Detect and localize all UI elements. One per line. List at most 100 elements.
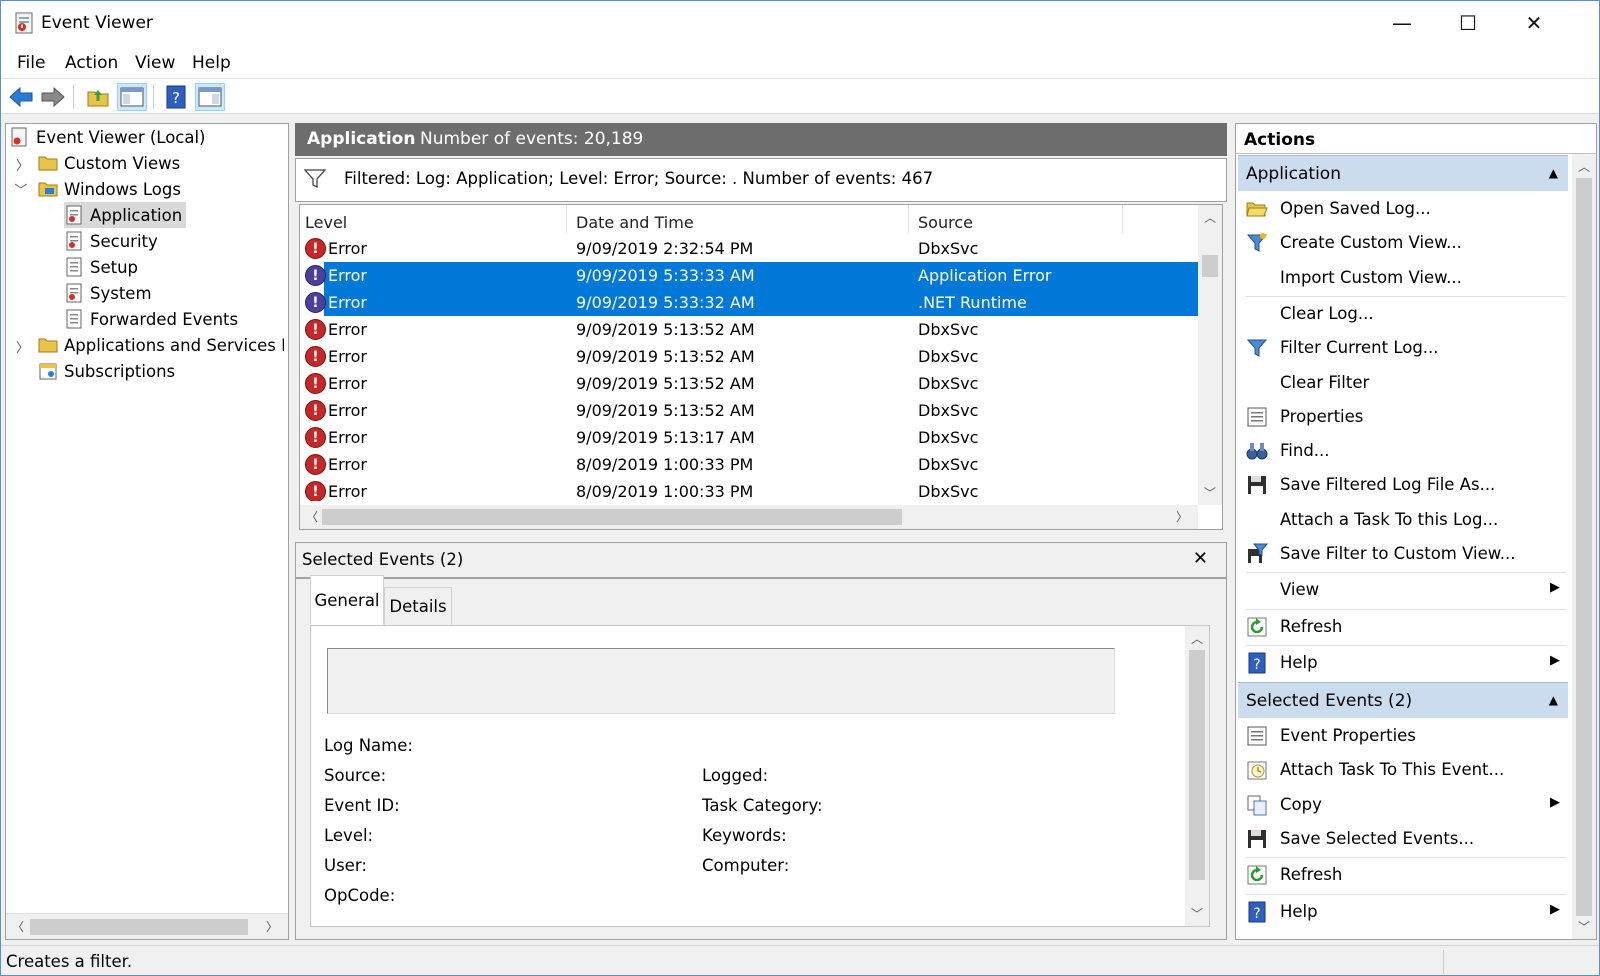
table-row[interactable]: ! Error 9/09/2019 5:13:52 AM DbxSvc [300,316,1198,343]
table-row[interactable]: ! Error 8/09/2019 1:00:33 PM DbxSvc [300,451,1198,478]
scroll-up-icon[interactable]: 〉 [1189,632,1206,644]
scroll-up-icon[interactable]: 〉 [1202,211,1219,223]
event-description-box[interactable] [327,648,1115,714]
scroll-left-icon[interactable]: 〈 [12,918,24,935]
chevron-right-icon[interactable]: 〉 [16,337,29,356]
action-save-filter-to-custom-view[interactable]: Save Filter to Custom View... [1238,537,1568,571]
action-event-properties[interactable]: Event Properties [1238,719,1568,753]
action-help[interactable]: ? Help ▶ [1238,895,1568,929]
tree-event-viewer-local[interactable]: Event Viewer (Local) [10,124,206,150]
table-row[interactable]: ! Error 9/09/2019 2:32:54 PM DbxSvc [300,235,1198,262]
action-attach-a-task-to-this-log[interactable]: Attach a Task To this Log... [1238,503,1568,537]
action-label: Save Filter to Custom View... [1280,544,1516,563]
actions-scroll-thumb[interactable] [1576,178,1592,916]
action-refresh[interactable]: Refresh [1238,858,1568,892]
back-arrow-icon [9,86,33,108]
scroll-up-icon[interactable]: 〉 [1576,160,1593,172]
scroll-down-icon[interactable]: 〉 [1576,920,1593,932]
table-row[interactable]: ! Error 9/09/2019 5:13:52 AM DbxSvc [300,343,1198,370]
details-close-button[interactable]: ✕ [1193,548,1208,569]
menu-help[interactable]: Help [192,53,231,73]
tree-security[interactable]: Security [64,228,158,254]
action-view[interactable]: View ▶ [1238,573,1568,607]
scroll-down-icon[interactable]: 〉 [1189,907,1206,919]
grid-vscroll-thumb[interactable] [1202,255,1218,277]
cell-level: Error [328,401,367,420]
menu-action[interactable]: Action [65,53,118,73]
column-divider[interactable] [1122,205,1123,233]
grid-hscroll-thumb[interactable] [322,509,902,525]
action-save-selected-events[interactable]: Save Selected Events... [1238,822,1568,856]
tree-system[interactable]: System [64,280,152,306]
tree-scroll-thumb[interactable] [30,919,248,935]
scroll-right-icon[interactable]: 〉 [1176,508,1188,525]
action-import-custom-view[interactable]: Import Custom View... [1238,261,1568,295]
scroll-left-icon[interactable]: 〈 [306,508,318,525]
tab-general[interactable]: General [310,575,384,625]
action-refresh[interactable]: Refresh [1238,610,1568,644]
action-attach-task-to-this-event[interactable]: Attach Task To This Event... [1238,753,1568,787]
section-selected-events[interactable]: Selected Events (2) ▲ [1238,682,1568,718]
tree-setup[interactable]: Setup [64,254,138,280]
close-button[interactable]: ✕ [1501,1,1567,45]
chevron-down-icon[interactable]: 〉 [12,183,31,196]
action-label: View [1280,580,1320,600]
column-header-level[interactable]: Level [305,213,347,232]
grid-vertical-scrollbar[interactable]: 〉 〉 [1198,205,1222,505]
error-icon: ! [305,400,326,421]
section-application[interactable]: Application ▲ [1238,155,1568,191]
up-folder-button[interactable] [83,83,113,111]
column-divider[interactable] [908,205,909,233]
tree-applications-and-services-logs[interactable]: Applications and Services Logs [38,332,284,358]
action-clear-log[interactable]: Clear Log... [1238,297,1568,331]
scroll-right-icon[interactable]: 〉 [266,918,278,935]
action-label: Properties [1280,406,1364,426]
tree-custom-views[interactable]: Custom Views [38,150,180,176]
grid-horizontal-scrollbar[interactable]: 〈 〉 [300,505,1198,529]
menu-view[interactable]: View [135,53,175,73]
show-hide-console-tree-button[interactable] [117,83,147,111]
table-row[interactable]: ! Error 9/09/2019 5:33:32 AM .NET Runtime [305,289,1198,316]
tree-subscriptions[interactable]: Subscriptions [38,358,175,384]
scroll-down-icon[interactable]: 〉 [1202,486,1219,498]
collapse-up-icon[interactable]: ▲ [1549,166,1558,180]
table-row[interactable]: ! Error 9/09/2019 5:33:33 AM Application Er… [305,262,1198,289]
table-row[interactable]: ! Error 9/09/2019 5:13:17 AM DbxSvc [300,424,1198,451]
collapse-up-icon[interactable]: ▲ [1549,693,1558,707]
maximize-button[interactable]: ☐ [1435,1,1501,45]
chevron-right-icon[interactable]: 〉 [16,155,29,174]
back-button[interactable] [6,83,36,111]
details-scroll-thumb[interactable] [1189,650,1205,880]
column-header-date[interactable]: Date and Time [576,213,694,232]
column-divider[interactable] [566,205,567,233]
tree-forwarded-events[interactable]: Forwarded Events [64,306,238,332]
tab-details[interactable]: Details [384,587,452,625]
action-create-custom-view[interactable]: Create Custom View... [1238,226,1568,260]
details-vertical-scrollbar[interactable]: 〉 〉 [1185,626,1209,926]
minimize-button[interactable]: — [1369,1,1435,45]
tree-application[interactable]: Application [64,202,187,228]
action-open-saved-log[interactable]: Open Saved Log... [1238,192,1568,226]
table-row[interactable]: ! Error 8/09/2019 1:00:33 PM DbxSvc [300,478,1198,501]
submenu-arrow-icon: ▶ [1550,652,1560,668]
help-toolbar-button[interactable]: ? [161,83,191,111]
tree-windows-logs[interactable]: Windows Logs [38,176,181,202]
action-filter-current-log[interactable]: Filter Current Log... [1238,331,1568,365]
table-row[interactable]: ! Error 9/09/2019 5:13:52 AM DbxSvc [300,397,1198,424]
table-row[interactable]: ! Error 9/09/2019 5:13:52 AM DbxSvc [300,370,1198,397]
show-hide-action-pane-button[interactable] [195,83,225,111]
menu-file[interactable]: File [17,53,45,73]
action-clear-filter[interactable]: Clear Filter [1238,366,1568,400]
error-icon: ! [305,319,326,340]
forward-button[interactable] [38,83,68,111]
action-properties[interactable]: Properties [1238,400,1568,434]
actions-vertical-scrollbar[interactable]: 〉 〉 [1572,154,1596,939]
action-save-filtered-log-file-as[interactable]: Save Filtered Log File As... [1238,468,1568,502]
column-header-source[interactable]: Source [918,213,973,232]
action-help[interactable]: ? Help ▶ [1238,646,1568,680]
tree-horizontal-scrollbar[interactable]: 〈 〉 [6,913,288,939]
action-find[interactable]: Find... [1238,434,1568,468]
action-copy[interactable]: Copy ▶ [1238,788,1568,822]
log-icon [66,231,82,251]
action-label: Import Custom View... [1280,267,1462,287]
